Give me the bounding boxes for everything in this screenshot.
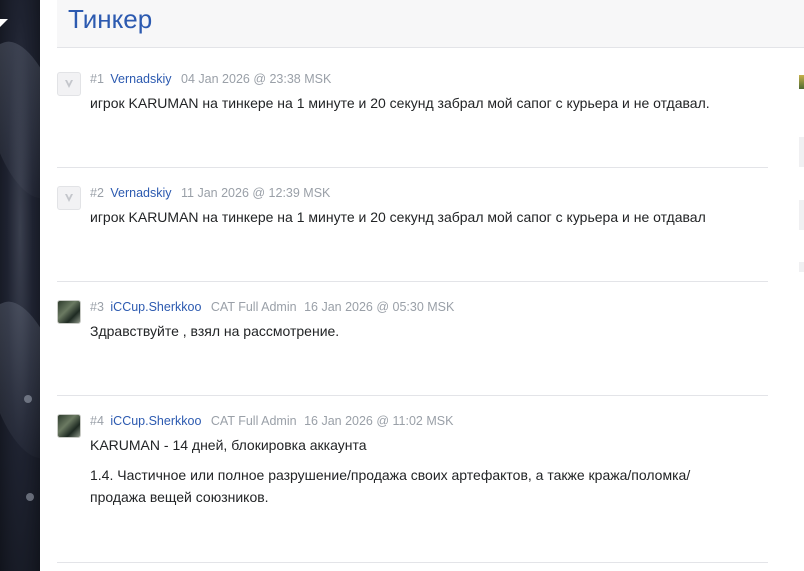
post-text: 1.4. Частичное или полное разрушение/про…	[90, 467, 691, 505]
post-body: KARUMAN - 14 дней, блокировка аккаунта 1…	[90, 434, 750, 516]
post-meta: #3 iCCup.Sherkkoo CAT Full Admin 16 Jan …	[90, 300, 454, 318]
author-link[interactable]: iCCup.Sherkkoo	[110, 300, 201, 314]
post-body: Здравствуйте , взял на рассмотрение.	[90, 320, 770, 350]
topic-header: Тинкер	[57, 0, 804, 48]
sidebar-block	[799, 262, 804, 272]
user-role-label: CAT Full Admin	[210, 414, 297, 428]
sidebar-block	[799, 137, 804, 167]
post-date: 04 Jan 2026 @ 23:38 MSK	[181, 72, 332, 86]
author-link[interactable]: Vernadskiy	[110, 186, 171, 200]
post-date: 11 Jan 2026 @ 12:39 MSK	[181, 186, 331, 200]
user-role-label: CAT Full Admin	[210, 300, 297, 314]
post-text: Здравствуйте , взял на рассмотрение.	[90, 323, 340, 339]
post-body: игрок KARUMAN на тинкере на 1 минуте и 2…	[90, 92, 770, 122]
post-meta: #2 Vernadskiy 11 Jan 2026 @ 12:39 MSK	[90, 186, 330, 204]
post-number[interactable]: #4	[90, 414, 104, 428]
post-divider	[57, 167, 768, 168]
author-link[interactable]: iCCup.Sherkkoo	[110, 414, 201, 428]
post-body: игрок KARUMAN на тинкере на 1 минуте и 2…	[90, 206, 770, 236]
post-meta: #4 iCCup.Sherkkoo CAT Full Admin 16 Jan …	[90, 414, 453, 432]
post-number[interactable]: #1	[90, 72, 104, 86]
topic-title: Тинкер	[68, 4, 153, 34]
sidebar-block	[799, 200, 804, 230]
default-avatar-icon[interactable]	[57, 72, 81, 96]
post-text: KARUMAN - 14 дней, блокировка аккаунта	[90, 437, 367, 453]
post-text: игрок KARUMAN на тинкере на 1 минуте и 2…	[90, 95, 710, 111]
user-avatar-image[interactable]	[57, 300, 81, 324]
user-avatar-image[interactable]	[57, 414, 81, 438]
post-number[interactable]: #3	[90, 300, 104, 314]
post-number[interactable]: #2	[90, 186, 104, 200]
post-date: 16 Jan 2026 @ 11:02 MSK	[304, 414, 454, 428]
sidebar-image[interactable]	[799, 75, 804, 89]
topic-card: Тинкер #1 Vernadskiy 04 Jan 2026 @ 23:38…	[57, 0, 804, 571]
background-artwork	[0, 0, 40, 571]
post-text: игрок KARUMAN на тинкере на 1 минуте и 2…	[90, 209, 706, 225]
post-divider	[57, 395, 768, 396]
post-divider	[57, 562, 768, 563]
mouse-cursor-icon	[0, 19, 8, 27]
author-link[interactable]: Vernadskiy	[110, 72, 171, 86]
post-divider	[57, 281, 768, 282]
post-meta: #1 Vernadskiy 04 Jan 2026 @ 23:38 MSK	[90, 72, 331, 90]
default-avatar-icon[interactable]	[57, 186, 81, 210]
post-date: 16 Jan 2026 @ 05:30 MSK	[304, 300, 455, 314]
